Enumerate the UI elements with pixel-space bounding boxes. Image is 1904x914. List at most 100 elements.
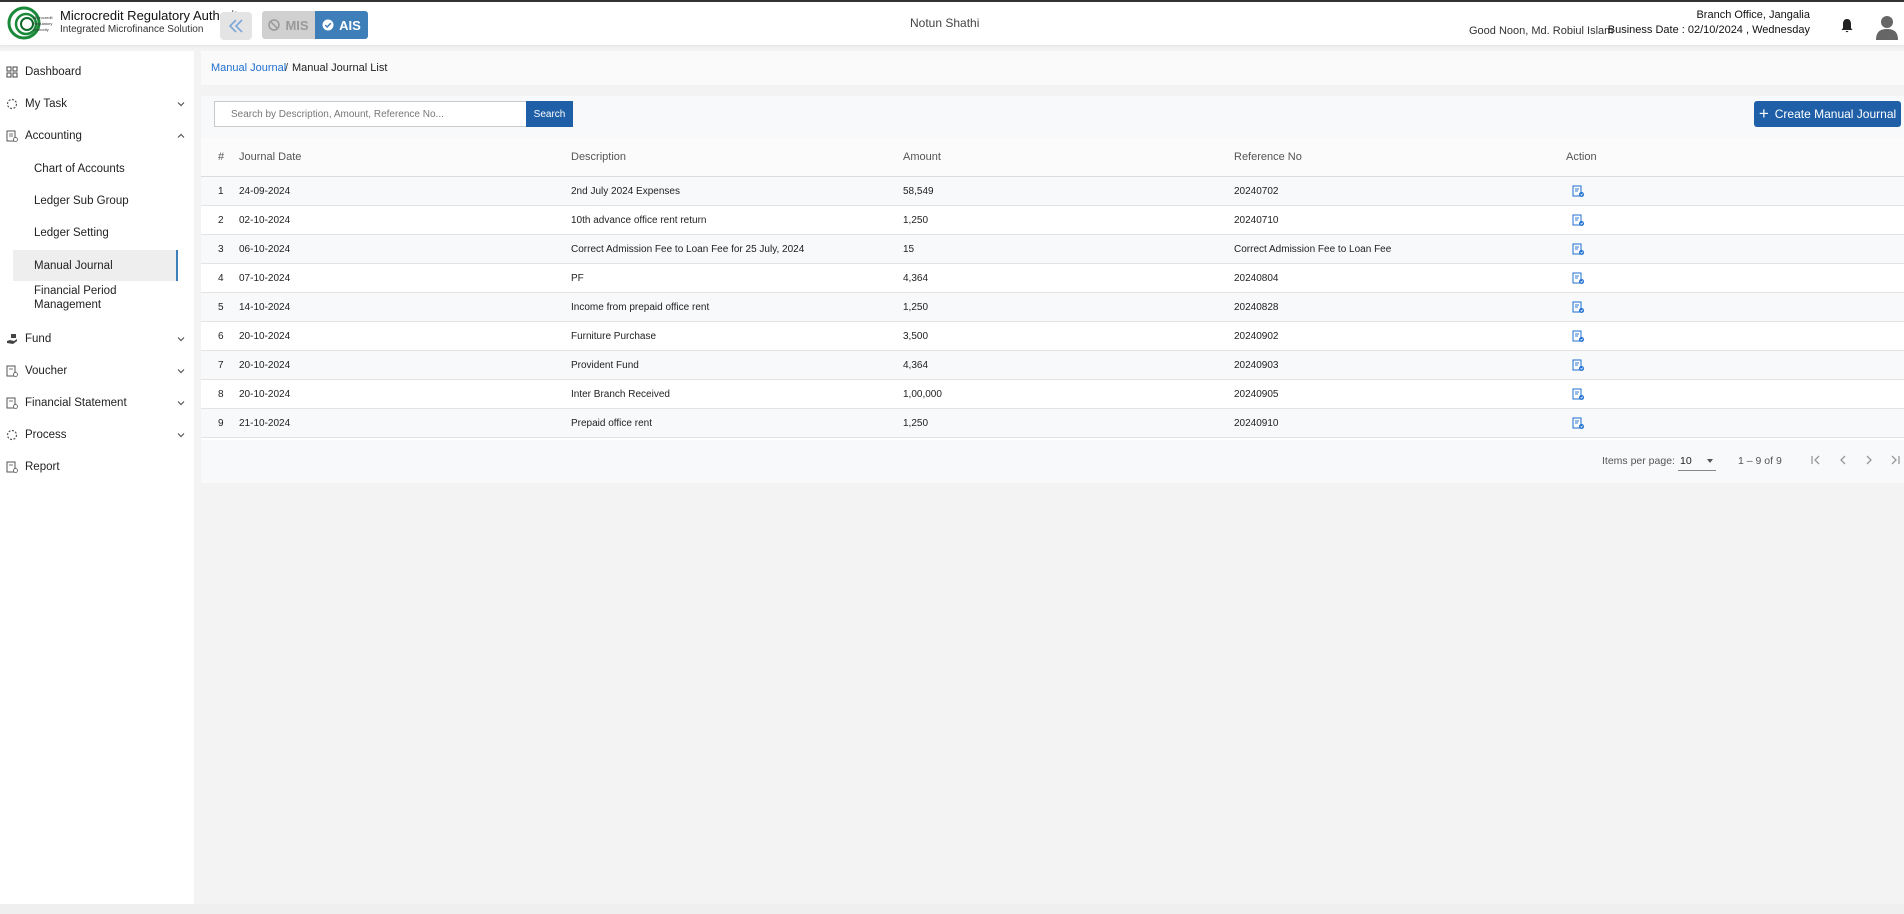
last-page-button[interactable] (1887, 452, 1903, 468)
ledger-icon (6, 461, 18, 473)
cell-row-number: 3 (218, 244, 224, 255)
create-manual-journal-button[interactable]: + Create Manual Journal (1754, 101, 1901, 127)
view-details-icon[interactable] (1572, 272, 1585, 285)
table-row: 4 07-10-2024 PF 4,364 20240804 (201, 264, 1904, 293)
cell-amount: 4,364 (903, 360, 929, 371)
cell-row-number: 1 (218, 186, 224, 197)
sidebar-item-my-task[interactable]: My Task (0, 92, 194, 116)
cell-journal-date: 14-10-2024 (239, 302, 291, 313)
cell-reference-no: 20240903 (1234, 360, 1279, 371)
cell-reference-no: 20240710 (1234, 215, 1279, 226)
view-details-icon[interactable] (1572, 214, 1585, 227)
sidebar-label: Process (25, 429, 67, 441)
manual-journal-card: Search + Create Manual Journal # Journal… (201, 96, 1904, 483)
view-details-icon[interactable] (1572, 388, 1585, 401)
create-button-label: Create Manual Journal (1774, 107, 1897, 121)
view-details-icon[interactable] (1572, 243, 1585, 256)
sidebar-item-ledger-sub-group[interactable]: Ledger Sub Group (13, 188, 178, 214)
business-date: Business Date : 02/10/2024 , Wednesday (1607, 24, 1810, 36)
sidebar-item-report[interactable]: Report (0, 455, 194, 479)
cell-amount: 3,500 (903, 331, 929, 342)
view-details-icon[interactable] (1572, 185, 1585, 198)
cell-row-number: 5 (218, 302, 224, 313)
sidebar-item-chart-of-accounts[interactable]: Chart of Accounts (13, 156, 178, 182)
breadcrumb: Manual Journal / Manual Journal List (201, 51, 1904, 85)
page-range: 1 – 9 of 9 (1738, 455, 1782, 467)
user-greeting: Good Noon, Md. Robiul Islam (1469, 25, 1614, 37)
sidebar-item-process[interactable]: Process (0, 423, 194, 447)
items-per-page-label: Items per page: (1602, 455, 1675, 467)
chevron-down-icon (177, 102, 185, 107)
cell-amount: 1,250 (903, 302, 929, 313)
bell-icon[interactable] (1840, 18, 1854, 34)
table-row: 6 20-10-2024 Furniture Purchase 3,500 202409… (201, 322, 1904, 351)
cell-description: Prepaid office rent (571, 418, 652, 429)
previous-page-button[interactable] (1835, 452, 1851, 468)
sidebar-item-financial-period-management[interactable]: Financial Period Management (13, 283, 153, 313)
cell-journal-date: 20-10-2024 (239, 360, 291, 371)
breadcrumb-link-manual-journal[interactable]: Manual Journal (211, 62, 286, 74)
spinner-icon (6, 98, 18, 110)
cell-row-number: 8 (218, 389, 224, 400)
cell-row-number: 2 (218, 215, 224, 226)
table-row: 3 06-10-2024 Correct Admission Fee to Loan… (201, 235, 1904, 264)
chevron-down-icon (177, 401, 185, 406)
chevron-left-icon (1840, 455, 1846, 465)
page-size-select[interactable]: 10 (1678, 451, 1716, 471)
view-details-icon[interactable] (1572, 301, 1585, 314)
cell-journal-date: 20-10-2024 (239, 389, 291, 400)
sidebar-label: Financial Statement (25, 397, 127, 409)
view-details-icon[interactable] (1572, 417, 1585, 430)
list-toolbar: Search + Create Manual Journal (201, 96, 1904, 138)
next-page-button[interactable] (1861, 452, 1877, 468)
spinner-icon (6, 429, 18, 441)
cell-journal-date: 24-09-2024 (239, 186, 291, 197)
cell-row-number: 9 (218, 418, 224, 429)
sidebar-label: Report (25, 461, 60, 473)
sidebar-item-voucher[interactable]: Voucher (0, 359, 194, 383)
sidebar: Dashboard My Task Accounting Chart of Ac… (0, 51, 194, 904)
cell-row-number: 6 (218, 331, 224, 342)
plus-icon: + (1758, 103, 1769, 123)
double-chevron-left-icon (228, 19, 243, 33)
collapse-sidebar-button[interactable] (220, 12, 252, 40)
sidebar-label: Accounting (25, 130, 82, 142)
page-footer (0, 904, 1904, 914)
svg-text:Authority: Authority (33, 27, 49, 32)
sidebar-item-ledger-setting[interactable]: Ledger Setting (13, 220, 178, 246)
cell-amount: 15 (903, 244, 915, 255)
first-page-button[interactable] (1808, 452, 1824, 468)
cell-journal-date: 21-10-2024 (239, 418, 291, 429)
cell-reference-no: 20240804 (1234, 273, 1279, 284)
search-input[interactable] (214, 101, 527, 127)
sidebar-item-financial-statement[interactable]: Financial Statement (0, 391, 194, 415)
org-name: Microcredit Regulatory Authority (60, 8, 245, 23)
table-row: 2 02-10-2024 10th advance office rent retu… (201, 206, 1904, 235)
cell-amount: 58,549 (903, 186, 934, 197)
sidebar-item-fund[interactable]: Fund (0, 327, 194, 351)
cell-description: Inter Branch Received (571, 389, 670, 400)
column-header-reference-no: Reference No (1234, 151, 1302, 163)
cell-amount: 1,00,000 (903, 389, 942, 400)
ais-toggle-button[interactable]: AIS (315, 11, 368, 39)
cell-description: PF (571, 273, 584, 284)
grid-icon (6, 66, 18, 78)
app-header: Microcredit Regulatory Authority Microcr… (0, 2, 1904, 45)
search-button[interactable]: Search (526, 101, 573, 127)
page-size-value: 10 (1680, 455, 1692, 467)
last-page-icon (1891, 455, 1900, 465)
sidebar-item-manual-journal[interactable]: Manual Journal (13, 250, 178, 281)
cell-row-number: 7 (218, 360, 224, 371)
hand-money-icon (7, 334, 17, 344)
ledger-icon (6, 130, 18, 142)
sidebar-item-dashboard[interactable]: Dashboard (0, 60, 194, 84)
sidebar-label: Dashboard (25, 66, 82, 78)
view-details-icon[interactable] (1572, 330, 1585, 343)
user-avatar-icon[interactable] (1875, 14, 1899, 40)
chevron-down-icon (177, 433, 185, 438)
sidebar-item-accounting[interactable]: Accounting (0, 124, 194, 148)
breadcrumb-separator: / (285, 62, 289, 74)
view-details-icon[interactable] (1572, 359, 1585, 372)
cell-description: 2nd July 2024 Expenses (571, 186, 680, 197)
mis-toggle-button[interactable]: MIS (262, 11, 315, 39)
